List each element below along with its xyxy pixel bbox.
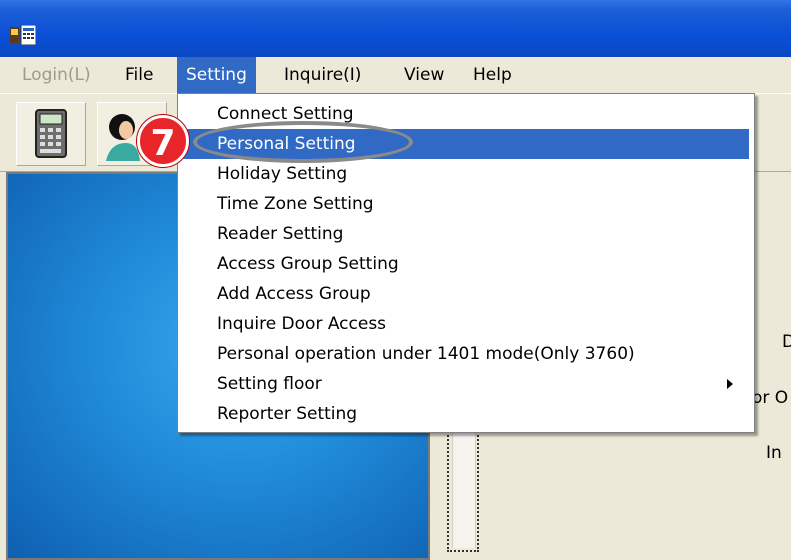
menu-login[interactable]: Login(L): [13, 57, 100, 93]
partial-label-in: In: [766, 443, 782, 463]
app-icon: [10, 25, 36, 45]
partial-label-d: D: [782, 332, 791, 352]
calculator-button[interactable]: [16, 102, 86, 166]
menu-item-setting-floor[interactable]: Setting floor: [179, 369, 749, 399]
menu-bar: Login(L) File Setting Inquire(I) View He…: [0, 57, 791, 94]
submenu-arrow-icon: [727, 379, 733, 389]
calculator-icon: [35, 109, 67, 158]
menu-item-add-access-group[interactable]: Add Access Group: [179, 279, 749, 309]
menu-item-holiday-setting[interactable]: Holiday Setting: [179, 159, 749, 189]
step-number-badge: 7: [137, 115, 189, 167]
highlight-ellipse: [193, 121, 413, 163]
menu-help[interactable]: Help: [464, 57, 521, 93]
menu-item-access-group-setting[interactable]: Access Group Setting: [179, 249, 749, 279]
menu-item-reporter-setting[interactable]: Reporter Setting: [179, 399, 749, 429]
menu-view[interactable]: View: [395, 57, 453, 93]
title-bar: [0, 0, 791, 57]
menu-file[interactable]: File: [116, 57, 162, 93]
menu-item-inquire-door-access[interactable]: Inquire Door Access: [179, 309, 749, 339]
partial-label-or-o: or O: [752, 388, 789, 408]
menu-item-setting-floor-label: Setting floor: [217, 374, 322, 394]
focus-outline: [447, 420, 479, 552]
menu-setting[interactable]: Setting: [177, 57, 256, 93]
menu-item-personal-operation-1401[interactable]: Personal operation under 1401 mode(Only …: [179, 339, 749, 369]
menu-item-reader-setting[interactable]: Reader Setting: [179, 219, 749, 249]
menu-item-time-zone-setting[interactable]: Time Zone Setting: [179, 189, 749, 219]
menu-inquire[interactable]: Inquire(I): [275, 57, 370, 93]
